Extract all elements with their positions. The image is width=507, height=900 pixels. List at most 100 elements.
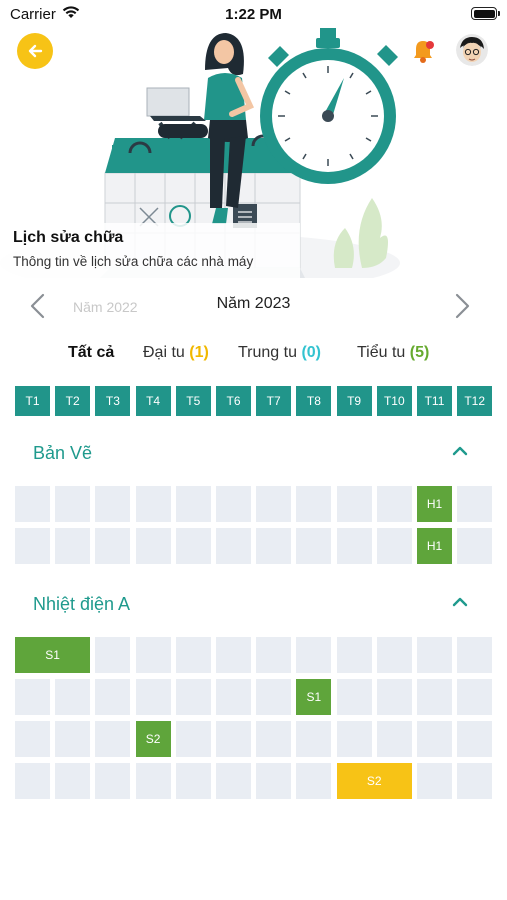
schedule-cell[interactable]: [216, 486, 251, 522]
schedule-cell[interactable]: [15, 679, 50, 715]
tab-medium-repair-count: (0): [301, 344, 322, 361]
schedule-cell[interactable]: [95, 486, 131, 522]
schedule-bar-s1[interactable]: S1: [15, 637, 91, 673]
schedule-bar-h1[interactable]: H1: [417, 486, 452, 522]
plant-illustration: [333, 198, 388, 268]
schedule-cell[interactable]: [175, 763, 211, 799]
schedule-cell[interactable]: [216, 763, 251, 799]
schedule-cell[interactable]: [336, 486, 372, 522]
back-button[interactable]: [17, 33, 53, 69]
schedule-cell[interactable]: [336, 528, 372, 564]
month-t3[interactable]: T3: [95, 386, 131, 416]
tab-minor-repair-count: (5): [409, 344, 430, 361]
schedule-cell[interactable]: [95, 763, 131, 799]
schedule-cell[interactable]: [296, 637, 332, 673]
month-t8[interactable]: T8: [296, 386, 332, 416]
schedule-bar-s2[interactable]: S2: [336, 763, 412, 799]
schedule-cell[interactable]: [55, 486, 91, 522]
schedule-cell[interactable]: [417, 763, 452, 799]
avatar[interactable]: [456, 34, 488, 66]
schedule-cell[interactable]: [457, 637, 493, 673]
tab-minor-repair[interactable]: Tiểu tu (5): [357, 344, 429, 362]
schedule-cell[interactable]: [296, 528, 332, 564]
month-t2[interactable]: T2: [55, 386, 91, 416]
schedule-cell[interactable]: [417, 721, 452, 757]
schedule-cell[interactable]: [95, 637, 131, 673]
chevron-up-icon[interactable]: [451, 595, 469, 609]
schedule-cell[interactable]: [15, 721, 50, 757]
schedule-cell[interactable]: [296, 721, 332, 757]
schedule-cell[interactable]: [336, 679, 372, 715]
schedule-cell[interactable]: [135, 637, 171, 673]
chevron-up-icon[interactable]: [451, 444, 469, 458]
schedule-cell[interactable]: [95, 528, 131, 564]
month-t11[interactable]: T11: [417, 386, 452, 416]
schedule-cell[interactable]: [15, 486, 50, 522]
schedule-cell[interactable]: [296, 486, 332, 522]
schedule-cell[interactable]: [376, 528, 412, 564]
tab-medium-repair[interactable]: Trung tu (0): [238, 344, 321, 362]
schedule-cell[interactable]: [216, 637, 251, 673]
month-t10[interactable]: T10: [376, 386, 412, 416]
schedule-bar-s2[interactable]: S2: [135, 721, 171, 757]
section-header-nhiet-dien-a[interactable]: Nhiệt điện A: [0, 587, 507, 621]
schedule-cell[interactable]: [376, 637, 412, 673]
bell-icon[interactable]: [408, 36, 438, 66]
schedule-cell[interactable]: [216, 679, 251, 715]
schedule-cell[interactable]: [175, 486, 211, 522]
schedule-cell[interactable]: [457, 763, 493, 799]
schedule-cell[interactable]: [256, 763, 292, 799]
schedule-cell[interactable]: [457, 679, 493, 715]
year-navigator: Năm 2022 Năm 2023: [0, 288, 507, 324]
schedule-cell[interactable]: [95, 679, 131, 715]
month-t9[interactable]: T9: [336, 386, 372, 416]
schedule-cell[interactable]: [15, 528, 50, 564]
schedule-cell[interactable]: [296, 763, 332, 799]
schedule-cell[interactable]: [55, 528, 91, 564]
month-t4[interactable]: T4: [135, 386, 171, 416]
schedule-cell[interactable]: [457, 486, 493, 522]
schedule-cell[interactable]: [175, 528, 211, 564]
schedule-cell[interactable]: [256, 679, 292, 715]
schedule-cell[interactable]: [175, 721, 211, 757]
schedule-cell[interactable]: [95, 721, 131, 757]
schedule-cell[interactable]: [417, 679, 452, 715]
schedule-cell[interactable]: [457, 528, 493, 564]
schedule-cell[interactable]: [135, 486, 171, 522]
schedule-cell[interactable]: [135, 528, 171, 564]
schedule-cell[interactable]: [256, 637, 292, 673]
month-t12[interactable]: T12: [457, 386, 493, 416]
schedule-cell[interactable]: [175, 637, 211, 673]
schedule-bar-s1[interactable]: S1: [296, 679, 332, 715]
schedule-cell[interactable]: [336, 721, 372, 757]
schedule-cell[interactable]: [135, 679, 171, 715]
month-t1[interactable]: T1: [15, 386, 50, 416]
month-t7[interactable]: T7: [256, 386, 292, 416]
arrow-left-icon: [28, 44, 43, 58]
tab-overhaul[interactable]: Đại tu (1): [143, 344, 209, 362]
schedule-cell[interactable]: [417, 637, 452, 673]
schedule-cell[interactable]: [135, 763, 171, 799]
schedule-cell[interactable]: [55, 679, 91, 715]
schedule-cell[interactable]: [216, 528, 251, 564]
schedule-cell[interactable]: [336, 637, 372, 673]
section-header-ban-ve[interactable]: Bản Vẽ: [0, 436, 507, 470]
schedule-cell[interactable]: [376, 679, 412, 715]
schedule-cell[interactable]: [55, 721, 91, 757]
schedule-cell[interactable]: [256, 721, 292, 757]
schedule-cell[interactable]: [256, 528, 292, 564]
schedule-bar-h1[interactable]: H1: [417, 528, 452, 564]
hero-banner: Lịch sửa chữa Thông tin về lịch sửa chữa…: [0, 28, 507, 278]
schedule-cell[interactable]: [376, 486, 412, 522]
schedule-cell[interactable]: [457, 721, 493, 757]
schedule-cell[interactable]: [15, 763, 50, 799]
chevron-right-icon[interactable]: [450, 292, 474, 320]
schedule-cell[interactable]: [376, 721, 412, 757]
tab-all[interactable]: Tất cả: [68, 344, 114, 362]
month-t5[interactable]: T5: [175, 386, 211, 416]
schedule-cell[interactable]: [175, 679, 211, 715]
schedule-cell[interactable]: [256, 486, 292, 522]
schedule-cell[interactable]: [55, 763, 91, 799]
schedule-cell[interactable]: [216, 721, 251, 757]
month-t6[interactable]: T6: [216, 386, 251, 416]
